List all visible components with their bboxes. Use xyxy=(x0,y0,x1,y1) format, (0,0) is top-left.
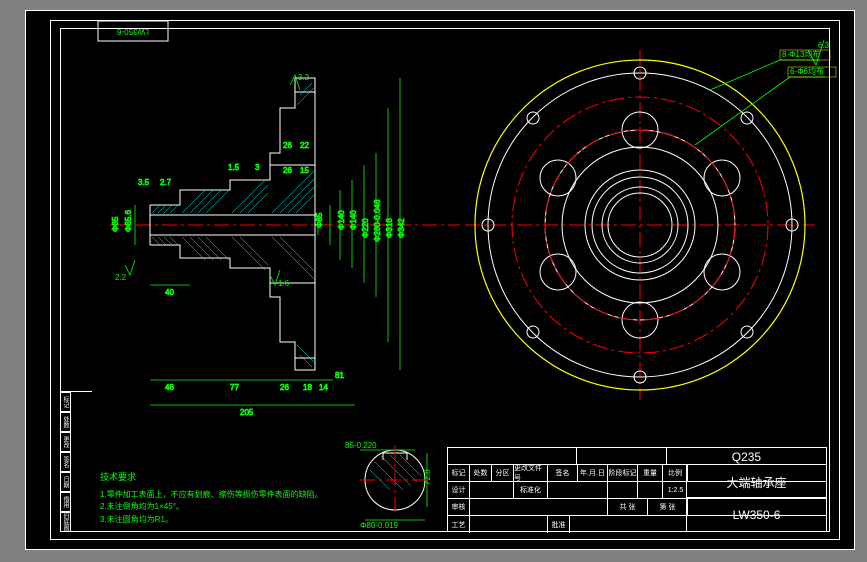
part-name: 大端轴承座 xyxy=(686,465,826,499)
tech-title: 技术要求 xyxy=(100,470,450,484)
drawing-number: LW350-6 xyxy=(686,497,826,531)
material: Q235 xyxy=(667,448,826,465)
title-block: Q235 标记 处数 分区 更改文件号 签名 年.月.日 阶段标记 重量 比例 … xyxy=(447,447,827,532)
tech-line-3: 3.未注圆角均为R1。 xyxy=(100,514,450,527)
tech-line-2: 2.未注倒角均为1×45°。 xyxy=(100,501,450,514)
tech-line-1: 1.零件加工表面上，不应有划痕、擦伤等损伤零件表面的缺陷。 xyxy=(100,489,450,502)
side-block: 标记 处数 更改 签名 日期 借用 旧底图 xyxy=(60,391,92,532)
tech-requirements: 技术要求 1.零件加工表面上，不应有划痕、擦伤等损伤零件表面的缺陷。 2.未注倒… xyxy=(100,470,450,527)
